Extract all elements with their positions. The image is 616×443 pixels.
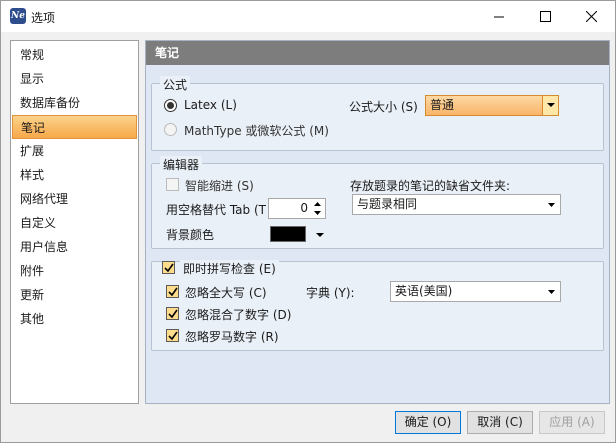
ignore-roman-checkbox[interactable] [166,329,179,342]
formula-group-title: 公式 [160,76,191,93]
formula-size-select[interactable]: 普通 [425,95,559,116]
sidebar-item-database-backup[interactable]: 数据库备份 [12,91,137,115]
tab-spaces-value: 0 [300,201,308,215]
formula-size-dropdown-button[interactable] [542,96,558,115]
latex-radio[interactable] [164,99,177,112]
formula-size-label: 公式大小 (S) [349,100,418,114]
apply-button[interactable]: 应用 (A) [539,411,605,434]
close-icon [586,11,597,22]
spellcheck-enable-label: 即时拼写检查 (E) [180,260,279,277]
chevron-down-icon [548,203,555,207]
default-folder-value: 与题录相同 [357,197,418,211]
editor-group: 编辑器 智能缩进 (S) 用空格替代 Tab (T 0 背景颜色 存放题录的笔记… [151,156,604,249]
minimize-icon [494,16,504,18]
checkmark-icon [168,309,178,319]
ignore-caps-checkbox[interactable] [166,285,179,298]
ignore-digits-label: 忽略混合了数字 (D) [185,308,292,322]
chevron-down-icon [547,103,555,107]
options-window: Ne 选项 常规 显示 数据库备份 笔记 扩展 样式 网络代理 自定义 用户信息… [0,0,616,443]
title-bar: Ne 选项 [1,1,615,32]
dictionary-select[interactable]: 英语(美国) [390,281,561,302]
latex-label: Latex (L) [184,98,237,112]
dictionary-value: 英语(美国) [395,284,453,298]
sidebar-item-notes[interactable]: 笔记 [12,115,137,139]
sidebar-item-general[interactable]: 常规 [12,43,137,67]
sidebar-item-other[interactable]: 其他 [12,307,137,331]
sidebar-item-proxy[interactable]: 网络代理 [12,187,137,211]
smart-indent-label: 智能缩进 (S) [185,179,254,193]
tab-spaces-stepper[interactable]: 0 [268,198,326,219]
editor-group-title: 编辑器 [160,156,203,173]
checkmark-icon [164,263,174,273]
spellcheck-group: 即时拼写检查 (E) 忽略全大写 (C) 忽略混合了数字 (D) 忽略罗马数字 … [151,260,604,351]
sidebar-item-display[interactable]: 显示 [12,67,137,91]
spin-up-icon[interactable] [313,200,322,209]
default-folder-select[interactable]: 与题录相同 [352,194,561,215]
cancel-button[interactable]: 取消 (C) [467,411,533,434]
bg-color-swatch[interactable] [270,226,306,242]
mathtype-label: MathType 或微软公式 (M) [184,124,329,138]
maximize-icon [540,11,551,22]
ok-button[interactable]: 确定 (O) [395,411,461,434]
ignore-caps-label: 忽略全大写 (C) [185,286,267,300]
chevron-down-icon [548,290,555,294]
panel-title: 笔记 [146,41,609,65]
maximize-button[interactable] [523,1,569,32]
ignore-digits-checkbox[interactable] [166,307,179,320]
checkmark-icon [168,331,178,341]
app-icon: Ne [10,8,26,24]
mathtype-radio[interactable] [164,123,177,136]
sidebar-item-styles[interactable]: 样式 [12,163,137,187]
sidebar-item-attachments[interactable]: 附件 [12,259,137,283]
sidebar-item-extensions[interactable]: 扩展 [12,139,137,163]
ignore-roman-label: 忽略罗马数字 (R) [185,330,279,344]
color-dropdown-icon[interactable] [316,233,324,238]
spellcheck-enable-checkbox[interactable] [162,261,175,274]
minimize-button[interactable] [477,1,523,32]
window-title: 选项 [31,11,56,25]
formula-size-value: 普通 [430,98,455,112]
sidebar-item-customize[interactable]: 自定义 [12,211,137,235]
checkmark-icon [168,287,178,297]
category-list: 常规 显示 数据库备份 笔记 扩展 样式 网络代理 自定义 用户信息 附件 更新… [10,40,139,404]
formula-group: 公式 Latex (L) MathType 或微软公式 (M) 公式大小 (S)… [151,76,604,151]
sidebar-item-updates[interactable]: 更新 [12,283,137,307]
default-folder-label: 存放题录的笔记的缺省文件夹: [350,179,511,193]
tab-replace-label: 用空格替代 Tab (T [166,203,266,217]
sidebar-item-user-info[interactable]: 用户信息 [12,235,137,259]
bg-color-label: 背景颜色 [166,228,215,242]
close-button[interactable] [569,1,615,32]
settings-panel: 笔记 公式 Latex (L) MathType 或微软公式 (M) 公式大小 … [145,40,610,404]
dictionary-label: 字典 (Y): [306,286,355,300]
spin-down-icon[interactable] [313,209,322,218]
smart-indent-checkbox[interactable] [166,178,179,191]
